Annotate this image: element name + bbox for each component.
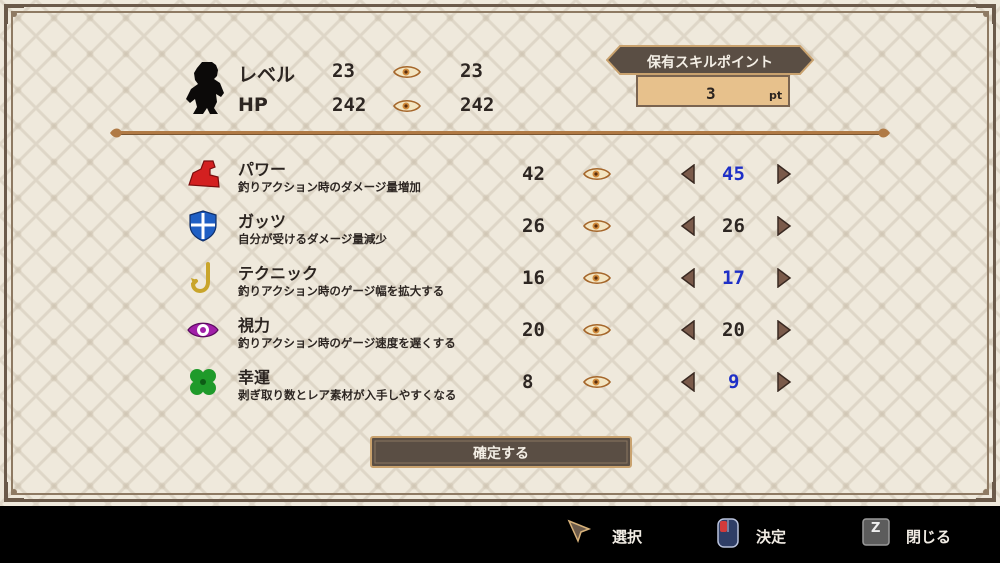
z-key-label: Z: [871, 521, 881, 536]
stat-desc-guts: 自分が受けるダメージ量減少: [238, 232, 387, 246]
corner-ornament: [974, 2, 998, 26]
mouse-icon: [716, 517, 740, 549]
increase-luck-button[interactable]: [776, 372, 792, 392]
level-current-value: 23: [332, 60, 355, 82]
stat-desc-eyesight: 釣りアクション時のゲージ速度を遅くする: [238, 336, 456, 350]
level-label: レベル: [238, 64, 296, 86]
hint-decide-label: 決定: [756, 528, 787, 546]
confirm-button[interactable]: 確定する: [370, 436, 632, 468]
stat-next-guts: 26: [722, 215, 745, 237]
arrow-eye-icon: [583, 270, 611, 286]
decrease-power-button[interactable]: [680, 164, 696, 184]
decrease-luck-button[interactable]: [680, 372, 696, 392]
stat-next-luck: 9: [728, 371, 740, 393]
level-next-value: 23: [460, 60, 483, 82]
arrow-eye-icon: [393, 98, 421, 114]
stat-next-power: 45: [722, 163, 745, 185]
shield-icon: [186, 209, 220, 243]
increase-guts-button[interactable]: [776, 216, 792, 236]
control-hints-bar: 選択 決定 Z 閉じる: [0, 506, 1000, 563]
hp-next-value: 242: [460, 94, 495, 116]
cursor-pointer-icon: [566, 518, 594, 546]
stat-current-eyesight: 20: [522, 319, 545, 341]
character-silhouette-icon: [184, 60, 228, 116]
increase-eyesight-button[interactable]: [776, 320, 792, 340]
eye-icon: [186, 313, 220, 347]
panel-frame-inner: [11, 11, 989, 495]
stat-current-technique: 16: [522, 267, 545, 289]
skill-points-box: 保有スキルポイント 3 pt: [606, 45, 814, 113]
stat-name-guts: ガッツ: [238, 212, 287, 231]
increase-technique-button[interactable]: [776, 268, 792, 288]
skill-points-unit: pt: [769, 89, 783, 102]
stat-name-power: パワー: [238, 160, 287, 179]
stat-name-technique: テクニック: [238, 264, 319, 283]
decrease-technique-button[interactable]: [680, 268, 696, 288]
stat-current-luck: 8: [522, 371, 534, 393]
four-leaf-clover-icon: [186, 365, 220, 399]
stat-desc-technique: 釣りアクション時のゲージ幅を拡大する: [238, 284, 445, 298]
corner-ornament: [2, 480, 26, 504]
decrease-eyesight-button[interactable]: [680, 320, 696, 340]
z-key-icon: Z: [862, 518, 890, 546]
hint-select-label: 選択: [612, 528, 643, 546]
status-panel: レベル 23 23 HP 242 242 保有スキルポイント 3 pt パワー …: [0, 0, 1000, 506]
stat-name-luck: 幸運: [238, 368, 271, 387]
hp-label: HP: [238, 94, 268, 116]
stat-name-eyesight: 視力: [238, 316, 271, 335]
stat-desc-luck: 剥ぎ取り数とレア素材が入手しやすくなる: [238, 388, 457, 402]
stat-current-power: 42: [522, 163, 545, 185]
hint-close-label: 閉じる: [906, 528, 952, 546]
confirm-button-label: 確定する: [473, 446, 529, 462]
stat-current-guts: 26: [522, 215, 545, 237]
decrease-guts-button[interactable]: [680, 216, 696, 236]
stat-next-technique: 17: [722, 267, 745, 289]
arrow-eye-icon: [583, 322, 611, 338]
arrow-eye-icon: [583, 218, 611, 234]
corner-ornament: [2, 2, 26, 26]
skill-points-value: 3: [706, 84, 716, 103]
ornamental-divider: [110, 128, 890, 138]
stat-desc-power: 釣りアクション時のダメージ量増加: [238, 180, 421, 194]
skill-points-title: 保有スキルポイント: [647, 55, 773, 71]
hp-current-value: 242: [332, 94, 367, 116]
arrow-eye-icon: [583, 166, 611, 182]
arrow-eye-icon: [583, 374, 611, 390]
corner-ornament: [974, 480, 998, 504]
arrow-eye-icon: [393, 64, 421, 80]
stat-next-eyesight: 20: [722, 319, 745, 341]
muscle-arm-icon: [186, 157, 220, 191]
fishhook-icon: [186, 261, 220, 295]
increase-power-button[interactable]: [776, 164, 792, 184]
